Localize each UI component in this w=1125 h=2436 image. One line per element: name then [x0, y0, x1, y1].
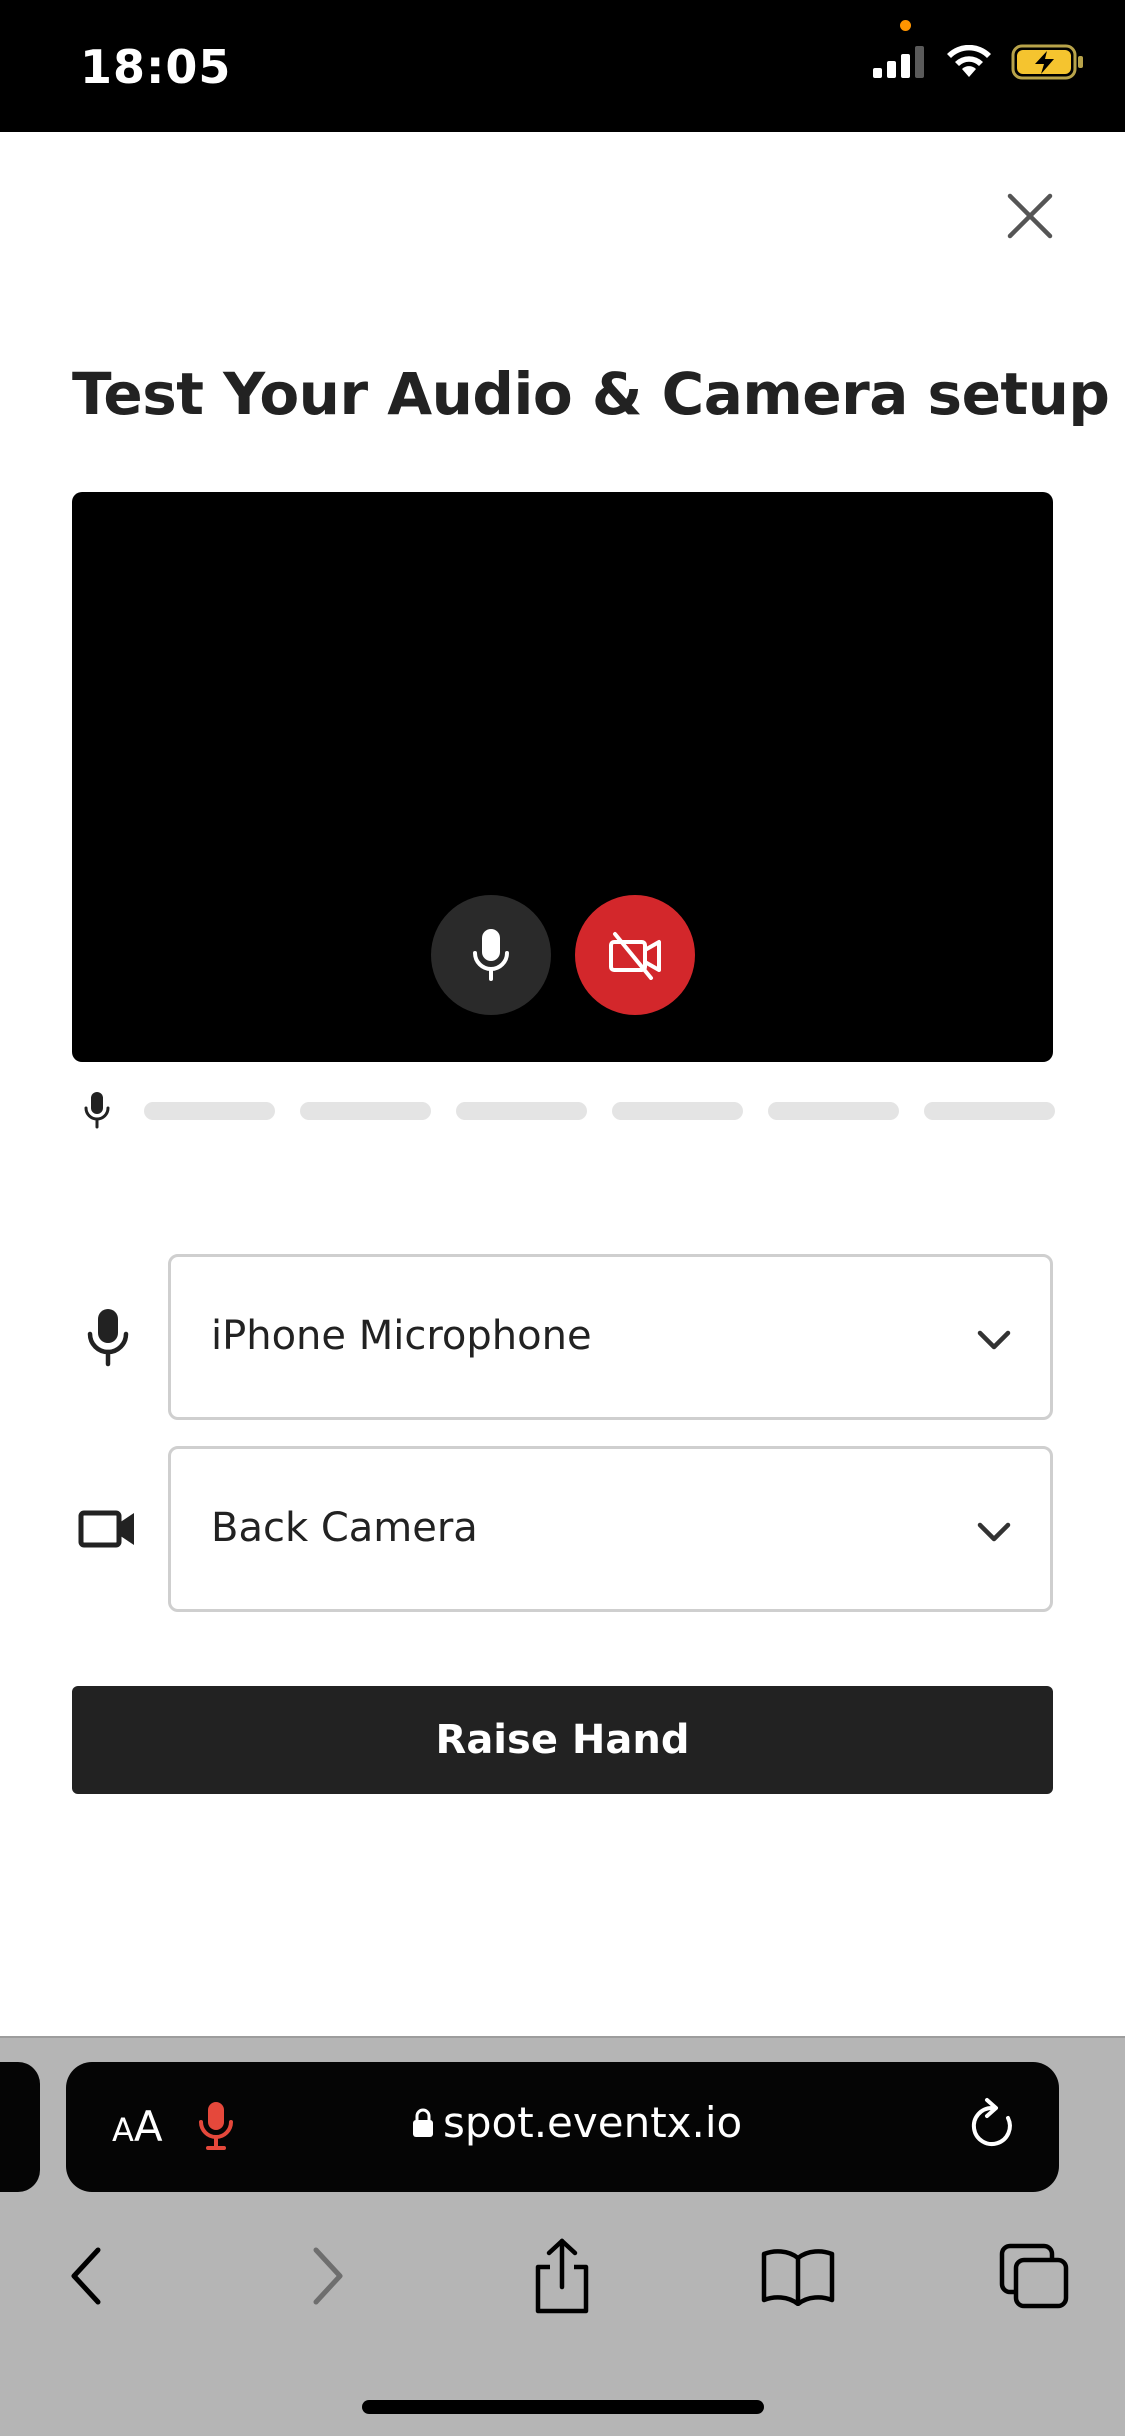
audio-level-bars — [144, 1102, 1055, 1120]
forward-button[interactable] — [288, 2236, 368, 2316]
forward-icon — [313, 2247, 343, 2305]
audio-level-meter — [72, 1090, 1055, 1130]
microphone-icon — [473, 929, 509, 981]
share-button[interactable] — [522, 2236, 602, 2316]
browser-bottom-bar: AA spot.eventx.io — [0, 2036, 1125, 2436]
url-text: spot.eventx.io — [443, 2098, 743, 2147]
microphone-in-use-indicator — [900, 20, 911, 31]
audio-level-segment — [300, 1102, 431, 1120]
previous-tab-peek[interactable] — [0, 2062, 40, 2192]
chevron-down-icon — [977, 1522, 1011, 1542]
microphone-select[interactable]: iPhone Microphone — [168, 1254, 1053, 1420]
tabs-button[interactable] — [994, 2236, 1074, 2316]
audio-level-segment — [456, 1102, 587, 1120]
lock-icon — [413, 2108, 433, 2137]
audio-level-segment — [924, 1102, 1055, 1120]
camera-select[interactable]: Back Camera — [168, 1446, 1053, 1612]
camera-select-value: Back Camera — [211, 1505, 478, 1551]
audio-level-segment — [612, 1102, 743, 1120]
status-time: 18:05 — [80, 40, 232, 94]
share-icon — [535, 2238, 589, 2314]
audio-level-segment — [144, 1102, 275, 1120]
url-field[interactable]: spot.eventx.io — [411, 2098, 742, 2147]
camera-select-row: Back Camera — [72, 1446, 1053, 1612]
browser-toolbar — [0, 2226, 1125, 2326]
wifi-icon — [947, 45, 991, 77]
mic-toggle-button[interactable] — [431, 895, 551, 1015]
camera-off-icon — [609, 932, 661, 980]
audio-level-segment — [768, 1102, 899, 1120]
close-button[interactable] — [1000, 186, 1060, 246]
page-title: Test Your Audio & Camera setup — [72, 360, 1110, 428]
back-icon — [71, 2247, 101, 2305]
text-size-button[interactable]: AA — [112, 2102, 163, 2151]
raise-hand-button[interactable]: Raise Hand — [72, 1686, 1053, 1794]
camera-toggle-button[interactable] — [575, 895, 695, 1015]
camera-preview — [72, 492, 1053, 1062]
cellular-signal-icon — [873, 46, 924, 78]
bookmarks-icon — [761, 2249, 835, 2306]
video-camera-icon — [72, 1446, 144, 1612]
microphone-active-icon[interactable] — [196, 2096, 236, 2156]
bookmarks-button[interactable] — [758, 2236, 838, 2316]
status-bar: 18:05 — [0, 0, 1125, 132]
status-icons — [873, 44, 1085, 80]
microphone-select-value: iPhone Microphone — [211, 1313, 592, 1359]
reload-icon[interactable] — [965, 2096, 1019, 2156]
divider — [0, 2036, 1125, 2038]
battery-charging-icon — [1011, 44, 1083, 80]
home-indicator[interactable] — [362, 2400, 764, 2414]
back-button[interactable] — [46, 2236, 126, 2316]
close-icon — [1007, 193, 1053, 239]
tabs-icon — [999, 2243, 1069, 2309]
microphone-select-row: iPhone Microphone — [72, 1254, 1053, 1420]
microphone-icon — [84, 1092, 110, 1129]
microphone-icon — [72, 1254, 144, 1420]
address-bar[interactable]: AA spot.eventx.io — [66, 2062, 1059, 2192]
chevron-down-icon — [977, 1330, 1011, 1350]
